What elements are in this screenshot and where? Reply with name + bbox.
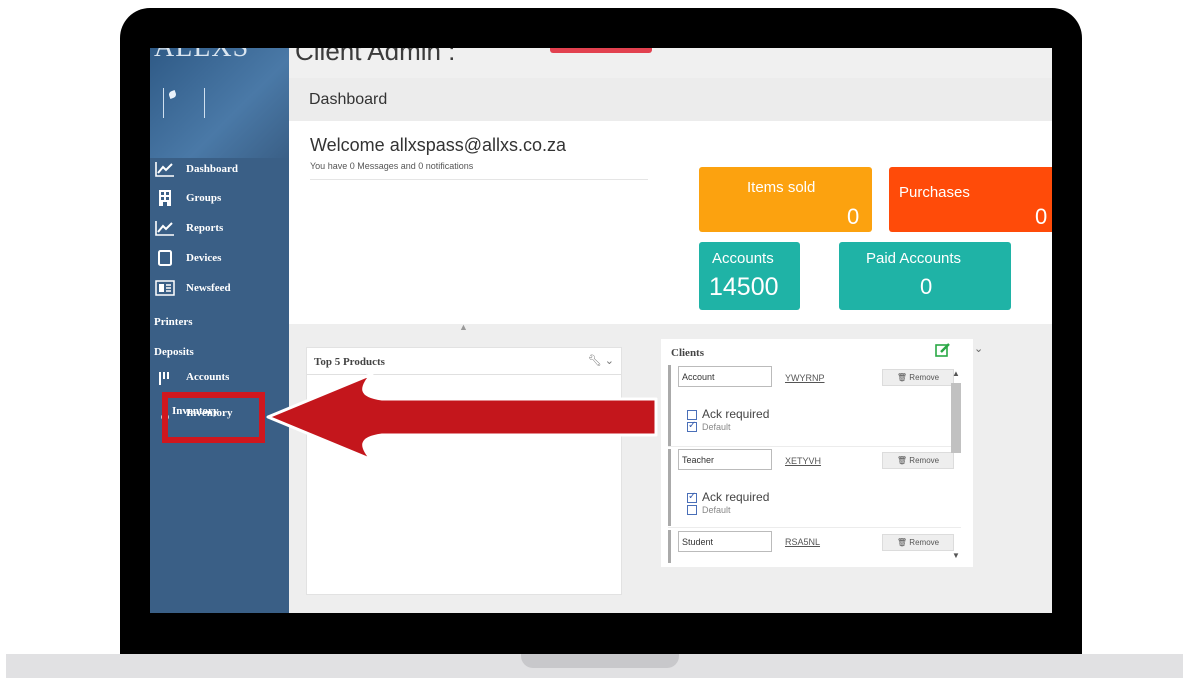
scrollbar[interactable]: ▲ ▼ [949,369,961,560]
client-row: Account YWYRNP 🗑︎ Remove Ack required De… [668,365,969,446]
tablet-icon [154,249,176,267]
sidebar-item-label: Devices [186,252,222,264]
sidebar-item-printers[interactable]: Printers [154,311,192,333]
clients-panel: Clients Account YWYRNP 🗑︎ Remove Ack req… [661,339,973,567]
stat-value: 14500 [709,273,779,301]
edit-icon[interactable] [935,343,951,362]
trash-icon: 🗑︎ [896,456,908,465]
line-chart-icon [154,219,176,237]
ack-required-checkbox[interactable] [687,491,697,503]
breadcrumb: Dashboard [309,91,388,108]
default-checkbox[interactable] [687,505,697,515]
sidebar-item-groups[interactable]: Groups [154,187,221,209]
welcome-subtitle: You have 0 Messages and 0 notifications [310,161,474,171]
remove-button[interactable]: 🗑︎ Remove [882,452,954,469]
scroll-down-icon[interactable]: ▼ [952,551,960,560]
logo[interactable]: ALLXS [154,48,249,64]
client-code-link[interactable]: YWYRNP [785,373,825,383]
welcome-section: Welcome allxspass@allxs.co.za You have 0… [289,121,1052,324]
sidebar-item-accounts[interactable]: Accounts [154,371,229,385]
app-screen: ALLXS Dashboard Groups Reports Devices [150,48,1052,613]
stat-value: 0 [920,274,933,299]
sidebar-item-newsfeed[interactable]: Newsfeed [154,277,231,299]
sidebar-item-label: Deposits [154,346,194,358]
newspaper-icon [154,279,176,297]
sidebar-item-label: Printers [154,316,193,328]
chevron-down-icon[interactable]: ⌄ [605,355,614,367]
sidebar-item-label: Groups [186,192,222,204]
sidebar-item-reports[interactable]: Reports [154,217,223,239]
trash-icon: 🗑︎ [896,538,908,547]
building-icon [154,189,176,207]
chevron-down-icon[interactable]: ⌄ [974,342,983,355]
remove-label: Remove [909,538,940,547]
stat-value: 0 [847,204,860,229]
client-name-input[interactable]: Teacher [678,449,772,470]
stat-label: Items sold [747,179,816,196]
cutlery-icon [154,371,176,385]
trash-icon: 🗑︎ [896,373,908,382]
divider [310,179,648,180]
sidebar-item-devices[interactable]: Devices [154,247,221,269]
ack-required-label: Ack required [702,490,770,504]
divider [668,527,961,528]
scrollbar-thumb[interactable] [951,383,961,453]
default-label: Default [702,422,731,432]
scroll-up-icon[interactable]: ▲ [952,369,960,378]
client-name-input[interactable]: Account [678,366,772,387]
welcome-title: Welcome allxspass@allxs.co.za [310,135,567,155]
stat-label: Purchases [899,184,970,201]
sidebar-item-deposits[interactable]: Deposits [154,341,194,363]
breadcrumb-bar: Dashboard [289,78,1052,121]
sidebar-item-label: Newsfeed [186,282,231,294]
stat-card-paid-accounts[interactable]: Paid Accounts 0 [839,242,1011,310]
stat-label: Paid Accounts [866,250,962,267]
stat-label: Accounts [712,250,774,267]
sidebar-item-label: Reports [186,222,224,234]
remove-label: Remove [909,373,940,382]
sidebar: ALLXS Dashboard Groups Reports Devices [150,48,289,613]
remove-label: Remove [909,456,940,465]
stat-value: 0 [1035,204,1048,229]
remove-button[interactable]: 🗑︎ Remove [882,369,954,386]
sidebar-item-label: Dashboard [186,163,238,175]
default-checkbox[interactable] [687,420,697,432]
collapse-caret-icon[interactable]: ▲ [459,322,468,332]
stat-card-items-sold[interactable]: Items sold 0 [699,167,872,232]
ack-required-label: Ack required [702,407,770,421]
panel-title: Clients [671,347,704,359]
client-row: Student RSA5NL 🗑︎ Remove [668,530,969,563]
client-row: Teacher XETYVH 🗑︎ Remove Ack required De… [668,449,969,526]
line-chart-icon [154,160,176,178]
page-header-title: Client Admin : [295,48,456,66]
panel-tools: 🔧︎ ⌄ [588,354,614,367]
default-label: Default [702,505,731,515]
laptop-notch [521,654,679,668]
highlight-label: Inventory [172,405,219,417]
divider [668,446,961,447]
widgets-area: ▲ Top 5 Products 🔧︎ ⌄ Clients Account YW… [289,322,1052,613]
avatar[interactable] [163,88,205,118]
callout-arrow-icon [266,372,658,462]
ack-required-checkbox[interactable] [687,410,697,420]
sidebar-item-label: Accounts [186,371,230,383]
wrench-icon[interactable]: 🔧︎ [588,355,602,367]
sidebar-item-dashboard[interactable]: Dashboard [154,158,238,180]
header-accent-bar[interactable] [550,48,652,53]
client-code-link[interactable]: RSA5NL [785,537,820,547]
client-code-link[interactable]: XETYVH [785,456,821,466]
highlight-box [162,392,265,443]
stat-card-purchases[interactable]: Purchases 0 [889,167,1052,232]
client-name-input[interactable]: Student [678,531,772,552]
stat-card-accounts[interactable]: Accounts 14500 [699,242,800,310]
remove-button[interactable]: 🗑︎ Remove [882,534,954,551]
panel-title: Top 5 Products [314,356,385,368]
